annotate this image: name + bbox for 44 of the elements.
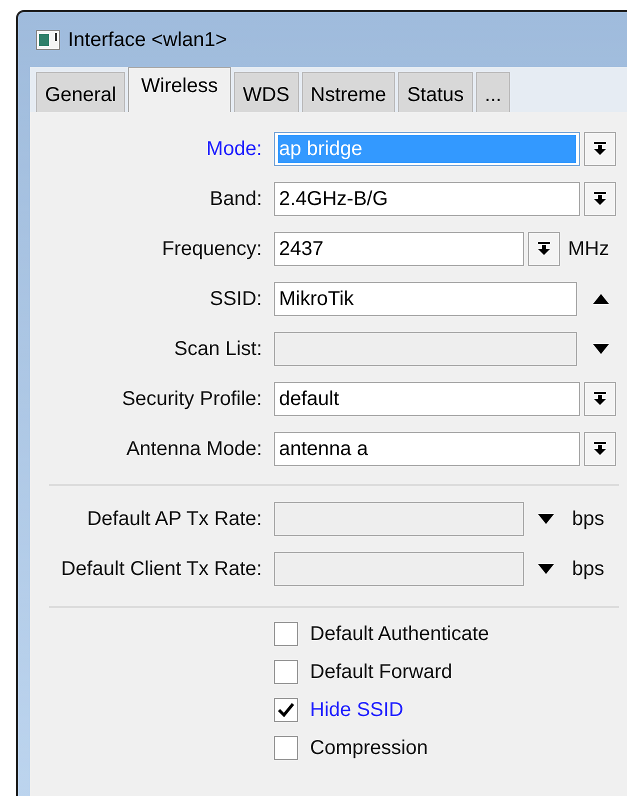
tab[interactable]: General	[36, 72, 126, 112]
dropdown-button[interactable]	[584, 382, 616, 416]
tab[interactable]: Nstreme	[302, 72, 396, 112]
field-label: Default AP Tx Rate:	[86, 507, 262, 532]
input-field[interactable]: antenna a	[274, 432, 580, 466]
dropdown-button[interactable]	[584, 182, 616, 216]
field-label: Band:	[208, 187, 262, 212]
input-field[interactable]: MikroTik	[274, 282, 577, 316]
field-label: Default Client Tx Rate:	[60, 557, 262, 582]
dropdown-arrow-icon	[594, 192, 606, 206]
dropdown-arrow-icon	[594, 392, 606, 406]
dropdown-button[interactable]	[584, 132, 616, 166]
tab[interactable]: Status	[398, 72, 473, 112]
checkbox[interactable]	[274, 660, 298, 684]
window-title: Interface <wlan1>	[68, 28, 227, 52]
field-label: Mode:	[205, 137, 262, 162]
tab[interactable]: WDS	[234, 72, 298, 112]
checkbox-label: Default Authenticate	[310, 622, 490, 647]
dropdown-button[interactable]	[528, 232, 560, 266]
checkbox[interactable]	[274, 622, 298, 646]
field-label: SSID:	[208, 287, 262, 312]
field-label: Security Profile:	[120, 387, 262, 412]
checkbox-label: Hide SSID	[310, 698, 404, 723]
window-icon	[36, 30, 60, 50]
checkbox-label: Default Forward	[310, 660, 452, 685]
unit-label: MHz	[568, 237, 610, 262]
field-label: Frequency:	[160, 237, 262, 262]
checkbox[interactable]	[274, 736, 298, 760]
dropdown-arrow-icon	[538, 242, 550, 256]
dropdown-arrow-icon	[594, 142, 606, 156]
dropdown-arrow-icon	[594, 442, 606, 456]
field-label: Antenna Mode:	[125, 437, 262, 462]
collapse-arrow-icon[interactable]	[593, 294, 609, 304]
tab[interactable]: Wireless	[128, 67, 231, 112]
input-field[interactable]: 2.4GHz-B/G	[274, 182, 580, 216]
field-label: Scan List:	[173, 337, 262, 362]
unit-label: bps	[572, 557, 604, 582]
checkbox[interactable]	[274, 698, 298, 722]
input-field[interactable]: 2437	[274, 232, 524, 266]
input-field[interactable]: default	[274, 382, 580, 416]
unit-label: bps	[572, 507, 604, 532]
tab[interactable]: ...	[476, 72, 510, 112]
checkbox-label: Compression	[310, 736, 428, 761]
dropdown-button[interactable]	[584, 432, 616, 466]
